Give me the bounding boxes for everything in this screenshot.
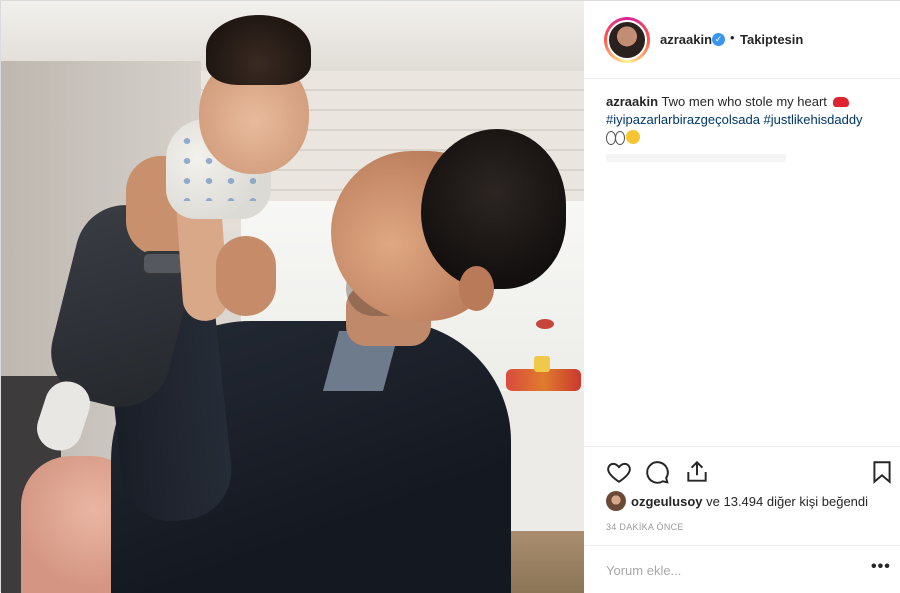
follow-status-button[interactable]: Takiptesin	[740, 32, 803, 47]
post-timestamp[interactable]: 34 DAKİKA ÖNCE	[606, 522, 684, 532]
hashtag-link[interactable]: #iyipazarlarbirazgeçolsada	[606, 112, 760, 127]
profile-avatar[interactable]	[607, 20, 647, 60]
bookmark-icon[interactable]	[869, 459, 895, 485]
post-header: azraakin ✓ • Takiptesin	[584, 1, 900, 79]
post-photo[interactable]	[1, 1, 584, 593]
liker-avatar[interactable]	[606, 491, 626, 511]
caption-fade	[606, 154, 786, 162]
share-icon[interactable]	[684, 459, 710, 485]
caption-username[interactable]: azraakin	[606, 94, 658, 109]
photo-toy-red	[536, 319, 554, 329]
comment-icon[interactable]	[644, 459, 670, 485]
heart-icon[interactable]	[606, 459, 632, 485]
photo-toys	[506, 369, 581, 391]
photo-baby-hair	[206, 15, 311, 85]
header-separator: •	[730, 30, 735, 45]
post-side-panel: azraakin ✓ • Takiptesin azraakin Two men…	[584, 1, 900, 593]
likes-count-text: ve 13.494 diğer kişi beğendi	[706, 494, 869, 509]
photo-toy-yellow	[534, 356, 550, 372]
comment-box: •••	[584, 545, 900, 593]
photo-man-hair	[421, 129, 566, 289]
caption-text: Two men who stole my heart	[661, 94, 827, 109]
instagram-post: azraakin ✓ • Takiptesin azraakin Two men…	[0, 0, 900, 593]
hashtag-link[interactable]: #justlikehisdaddy	[764, 112, 863, 127]
liker-username[interactable]: ozgeulusoy	[631, 494, 703, 509]
likes-text[interactable]: ozgeulusoy ve 13.494 diğer kişi beğendi	[631, 494, 868, 509]
star-struck-emoji-icon	[626, 130, 640, 144]
comment-input[interactable]	[606, 560, 856, 580]
post-actions	[584, 446, 900, 492]
header-username[interactable]: azraakin	[660, 32, 712, 47]
verified-badge-icon: ✓	[712, 33, 725, 46]
post-caption: azraakin Two men who stole my heart #iyi…	[606, 93, 886, 147]
car-emoji-icon	[832, 97, 849, 107]
eyes-emoji-icon	[606, 131, 625, 145]
photo-man-ear	[459, 266, 494, 311]
more-options-icon[interactable]: •••	[871, 558, 891, 576]
photo-man-hand-right	[216, 236, 276, 316]
